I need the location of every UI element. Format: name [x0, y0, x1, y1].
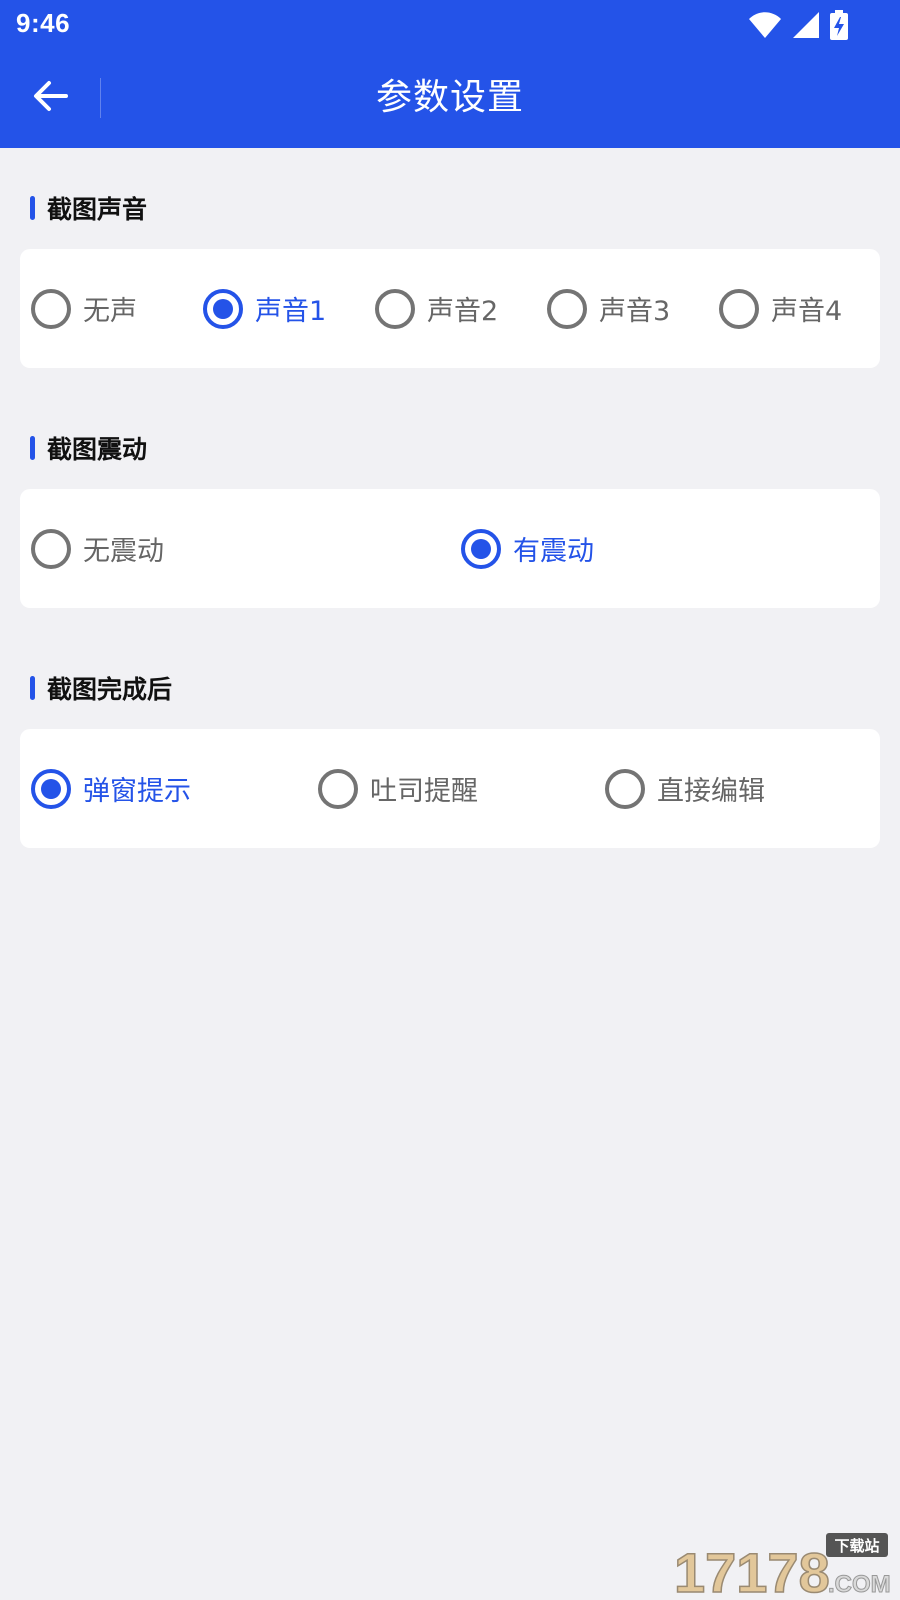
radio-option-with-vibration[interactable]: 有震动: [461, 489, 594, 608]
option-label: 弹窗提示: [83, 776, 191, 807]
option-label: 声音1: [255, 296, 327, 327]
option-label: 吐司提醒: [370, 776, 478, 807]
cellular-signal-icon: [792, 11, 820, 39]
radio-option-sound-2[interactable]: 声音2: [375, 249, 498, 368]
option-label: 无震动: [83, 536, 164, 567]
option-label: 直接编辑: [657, 776, 765, 807]
option-label: 有震动: [513, 536, 594, 567]
radio-button[interactable]: [547, 288, 587, 329]
radio-option-sound-4[interactable]: 声音4: [719, 249, 842, 368]
section-header-sound: 截图声音: [30, 188, 147, 228]
option-label: 声音3: [599, 296, 671, 327]
svg-text:下载站: 下载站: [834, 1537, 879, 1555]
section-accent-bar: [30, 196, 35, 220]
radio-button[interactable]: [461, 528, 501, 569]
wifi-icon: [748, 11, 782, 39]
section-accent-bar: [30, 436, 35, 460]
section-title-sound: 截图声音: [47, 195, 148, 224]
radio-button[interactable]: [719, 288, 759, 329]
radio-option-popup-prompt[interactable]: 弹窗提示: [31, 729, 191, 848]
option-label: 无声: [83, 296, 137, 327]
radio-button[interactable]: [31, 528, 71, 569]
option-label: 声音4: [771, 296, 843, 327]
radio-option-silent[interactable]: 无声: [31, 249, 137, 368]
radio-option-no-vibration[interactable]: 无震动: [31, 489, 164, 608]
after-capture-options-card: 弹窗提示 吐司提醒 直接编辑: [20, 729, 880, 848]
radio-button[interactable]: [203, 288, 243, 329]
section-accent-bar: [30, 676, 35, 700]
watermark-logo: 17178 下载站 .COM: [668, 1532, 891, 1600]
section-header-after-capture: 截图完成后: [30, 668, 172, 708]
radio-option-sound-3[interactable]: 声音3: [547, 249, 670, 368]
section-title-vibration: 截图震动: [47, 435, 148, 464]
radio-option-toast-reminder[interactable]: 吐司提醒: [318, 729, 478, 848]
svg-text:.COM: .COM: [828, 1571, 890, 1596]
app-bar: 9:46 参数设置: [0, 0, 900, 148]
vibration-options-card: 无震动 有震动: [20, 489, 880, 608]
radio-option-direct-edit[interactable]: 直接编辑: [605, 729, 765, 848]
radio-button[interactable]: [375, 288, 415, 329]
radio-option-sound-1[interactable]: 声音1: [203, 249, 326, 368]
status-icons: [748, 8, 848, 42]
radio-button[interactable]: [318, 768, 358, 809]
status-time: 9:46: [16, 8, 71, 38]
radio-button[interactable]: [605, 768, 645, 809]
battery-charging-icon: [830, 10, 848, 40]
radio-button[interactable]: [31, 768, 71, 809]
page-title: 参数设置: [375, 77, 524, 118]
radio-button[interactable]: [31, 288, 71, 329]
sound-options-card: 无声 声音1 声音2 声音3 声音4: [20, 249, 880, 368]
section-header-vibration: 截图震动: [30, 428, 147, 468]
option-label: 声音2: [427, 296, 499, 327]
svg-text:17178: 17178: [674, 1541, 830, 1596]
section-title-after-capture: 截图完成后: [47, 675, 173, 704]
